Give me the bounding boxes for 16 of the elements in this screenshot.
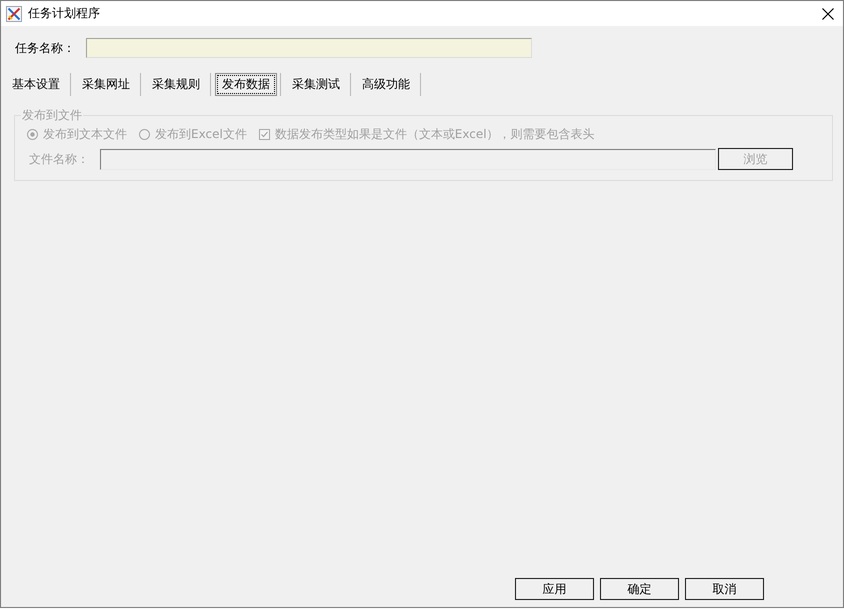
tab[interactable]: 采集网址 <box>75 73 137 96</box>
tab[interactable]: 采集规则 <box>145 73 207 96</box>
task-name-field[interactable] <box>86 38 532 58</box>
tab[interactable]: 采集测试 <box>285 73 347 96</box>
tab[interactable]: 发布数据 <box>215 73 277 96</box>
apply-button[interactable]: 应用 <box>515 578 594 600</box>
task-name-label: 任务名称： <box>15 40 76 56</box>
tab[interactable]: 高级功能 <box>355 73 417 96</box>
crossed-pencils-icon <box>6 6 22 22</box>
cancel-button[interactable]: 取消 <box>685 578 764 600</box>
window-title: 任务计划程序 <box>28 6 100 21</box>
close-icon <box>822 8 834 20</box>
ok-button[interactable]: 确定 <box>600 578 679 600</box>
group-title: 发布到文件 <box>21 108 83 123</box>
file-name-label: 文件名称： <box>28 152 90 166</box>
tab[interactable]: 基本设置 <box>5 73 67 96</box>
